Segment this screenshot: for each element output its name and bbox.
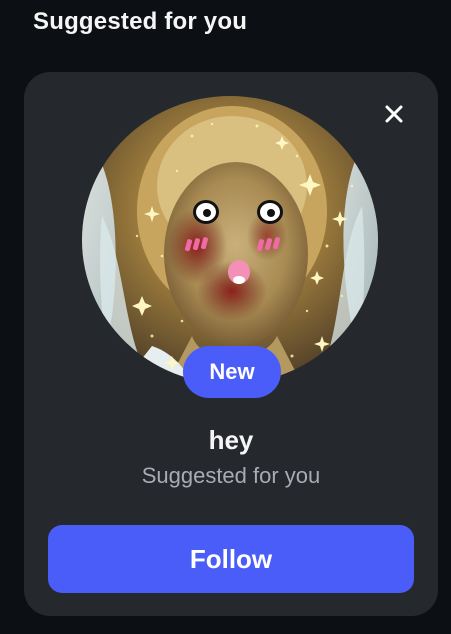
suggestions-page: Suggested for you New hey Suggested for … <box>0 0 451 634</box>
avatar[interactable] <box>82 96 378 384</box>
avatar-image <box>82 96 378 384</box>
dismiss-button[interactable] <box>378 98 410 130</box>
avatar-container[interactable]: New <box>82 96 378 398</box>
close-icon <box>385 105 403 123</box>
user-subtitle: Suggested for you <box>141 463 321 488</box>
section-title: Suggested for you <box>33 8 248 35</box>
follow-button[interactable]: Follow <box>48 525 414 593</box>
new-badge: New <box>183 346 281 398</box>
user-name[interactable]: hey <box>24 424 438 456</box>
suggested-user-card[interactable]: New hey Suggested for you Follow <box>24 72 438 616</box>
